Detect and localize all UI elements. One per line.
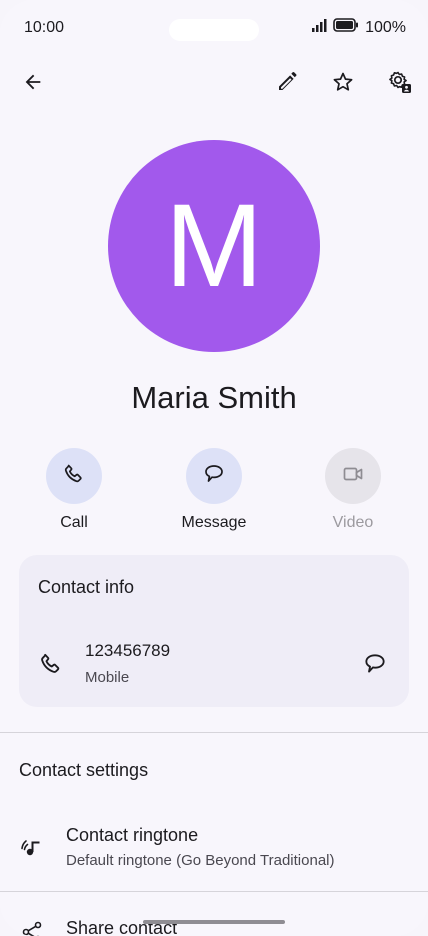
contact-info-card: Contact info 123456789 Mobile [19, 555, 409, 707]
phone-icon [38, 651, 64, 682]
ringtone-title: Contact ringtone [66, 825, 199, 845]
home-indicator[interactable] [143, 920, 285, 924]
arrow-back-icon [22, 71, 44, 98]
phone-number-row[interactable]: 123456789 Mobile [19, 637, 409, 689]
send-message-button[interactable] [362, 651, 388, 682]
phone-number: 123456789 [85, 641, 171, 660]
favorite-button[interactable] [323, 64, 363, 104]
call-label: Call [60, 514, 88, 531]
camera-cutout [169, 19, 259, 41]
contact-ringtone-row[interactable]: Contact ringtone Default ringtone (Go Be… [0, 825, 428, 885]
ringtone-icon [20, 835, 46, 866]
section-divider [0, 732, 428, 733]
settings-divider [0, 891, 428, 892]
message-button[interactable] [186, 448, 242, 504]
avatar-initial: M [164, 180, 264, 312]
call-button[interactable] [46, 448, 102, 504]
phone-icon [62, 462, 86, 491]
star-outline-icon [331, 70, 355, 99]
contact-details-screen: 10:00 100% M Maria Smith Call Message Vi… [0, 0, 428, 936]
manage-accounts-icon [387, 69, 413, 100]
video-label: Video [332, 514, 374, 531]
status-time: 10:00 [24, 19, 65, 36]
ringtone-subtitle: Default ringtone (Go Beyond Traditional) [66, 852, 335, 869]
videocam-icon [341, 462, 365, 491]
contact-settings-button[interactable] [380, 64, 420, 104]
battery-icon [333, 18, 359, 37]
message-action[interactable]: Message [164, 448, 264, 532]
contact-name: Maria Smith [131, 380, 297, 415]
phone-type: Mobile [85, 669, 130, 686]
top-app-bar [0, 60, 428, 110]
battery-percentage: 100% [365, 18, 406, 36]
signal-icon [311, 18, 329, 37]
call-action[interactable]: Call [24, 448, 124, 532]
back-button[interactable] [13, 64, 53, 104]
contact-settings-title: Contact settings [19, 760, 149, 780]
video-button[interactable] [325, 448, 381, 504]
edit-button[interactable] [267, 64, 307, 104]
status-bar: 10:00 100% [0, 0, 428, 58]
pencil-icon [275, 70, 299, 99]
share-icon [20, 920, 44, 936]
message-bubble-icon [202, 462, 226, 491]
status-icons: 100% [311, 18, 406, 37]
contact-avatar: M [108, 140, 320, 352]
message-label: Message [181, 514, 247, 531]
contact-info-title: Contact info [38, 577, 135, 597]
video-action[interactable]: Video [303, 448, 403, 532]
